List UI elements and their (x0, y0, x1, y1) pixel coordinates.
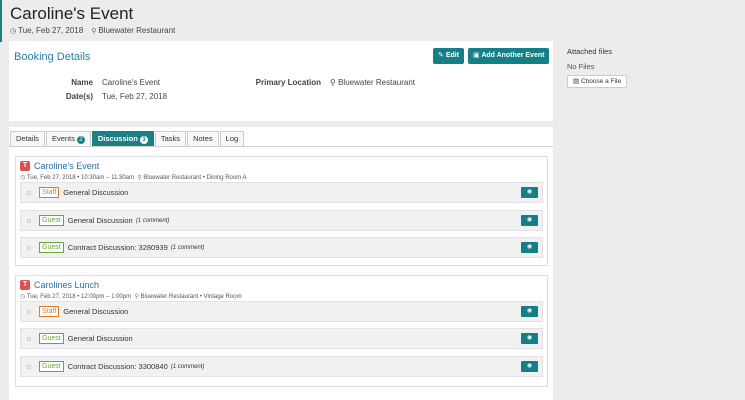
drag-handle-icon[interactable] (27, 336, 31, 341)
guest-tag: Guest (39, 242, 64, 253)
tab-discussion[interactable]: Discussion 3 (91, 131, 154, 146)
discussion-title: General Discussion (67, 334, 133, 343)
page-subheader: ◷ Tue, Feb 27, 2018 ⚲ Bluewater Restaurant (10, 26, 175, 35)
booking-details-panel: Booking Details ✎ Edit ▣ Add Another Eve… (9, 41, 553, 121)
eye-icon: ◉ (526, 189, 533, 195)
map-pin-icon: ⚲ (134, 294, 139, 300)
guest-tag: Guest (39, 361, 64, 372)
page-title: Caroline's Event (10, 4, 134, 23)
tabs-panel: Details Events 2 Discussion 3 Tasks Notes … (9, 127, 553, 400)
map-pin-icon: ⚲ (330, 78, 339, 87)
events-count-badge: 2 (76, 136, 85, 144)
discussion-row[interactable]: Guest General Discussion ◉ (20, 328, 543, 349)
map-pin-icon: ⚲ (137, 175, 142, 181)
no-files-text: No Files (567, 62, 595, 71)
edit-button[interactable]: ✎ Edit (433, 48, 465, 64)
event-meta: ◷ Tue, Feb 27, 2018 • 10:30am – 11:30am … (20, 175, 247, 181)
booking-details-title: Booking Details (14, 51, 91, 63)
attached-files-title: Attached files (567, 47, 613, 56)
accent-bar (0, 0, 2, 42)
staff-tag: Staff (39, 306, 60, 317)
discussion-title: Contract Discussion: 3280939 (67, 243, 168, 252)
file-icon: ▤ (573, 78, 581, 85)
discussion-row[interactable]: Guest General Discussion (1 comment) ◉ (20, 210, 543, 231)
discussion-title: General Discussion (63, 307, 129, 316)
eye-icon: ◉ (526, 217, 533, 223)
event-card: T Carolines Lunch ◷ Tue, Feb 27, 2018 • … (15, 275, 548, 387)
drag-handle-icon[interactable] (27, 218, 31, 223)
discussion-comment-count: (1 comment) (135, 217, 170, 224)
dates-label: Date(s) (65, 92, 93, 101)
clock-icon: ◷ (20, 175, 26, 181)
drag-handle-icon[interactable] (27, 245, 31, 250)
dates-value: Tue, Feb 27, 2018 (102, 92, 168, 101)
event-card: T Caroline's Event ◷ Tue, Feb 27, 2018 •… (15, 156, 548, 266)
discussion-row[interactable]: Guest Contract Discussion: 3300840 (1 co… (20, 356, 543, 377)
event-meta: ◷ Tue, Feb 27, 2018 • 12:00pm – 1:00pm ⚲… (20, 294, 242, 300)
discussion-row[interactable]: Guest Contract Discussion: 3280939 (1 co… (20, 237, 543, 258)
add-another-event-button[interactable]: ▣ Add Another Event (468, 48, 550, 64)
name-value: Caroline's Event (102, 78, 160, 87)
eye-icon: ◉ (526, 335, 533, 341)
staff-tag: Staff (39, 187, 60, 198)
tab-divider (9, 146, 553, 147)
tab-notes[interactable]: Notes (187, 131, 219, 146)
eye-icon: ◉ (526, 244, 533, 250)
primary-location-value: ⚲ Bluewater Restaurant (330, 78, 416, 87)
tab-details[interactable]: Details (10, 131, 45, 146)
guest-tag: Guest (39, 215, 64, 226)
discussion-comment-count: (1 comment) (170, 363, 205, 370)
discussion-count-badge: 3 (139, 136, 148, 144)
discussion-row[interactable]: Staff General Discussion ◉ (20, 301, 543, 322)
view-discussion-button[interactable]: ◉ (521, 215, 538, 226)
drag-handle-icon[interactable] (27, 364, 31, 369)
tab-tasks[interactable]: Tasks (154, 131, 187, 146)
discussion-title: General Discussion (63, 188, 129, 197)
discussion-title: Contract Discussion: 3300840 (67, 362, 168, 371)
drag-handle-icon[interactable] (27, 309, 31, 314)
guest-tag: Guest (39, 333, 64, 344)
tab-events[interactable]: Events 2 (45, 131, 91, 146)
view-discussion-button[interactable]: ◉ (521, 187, 538, 198)
clock-icon: ◷ (10, 28, 17, 35)
drag-handle-icon[interactable] (27, 190, 31, 195)
name-label: Name (71, 78, 93, 87)
clock-icon: ◷ (20, 294, 26, 300)
event-title-link[interactable]: Caroline's Event (34, 161, 99, 171)
discussion-title: General Discussion (67, 216, 133, 225)
header-date: Tue, Feb 27, 2018 (18, 26, 84, 35)
view-discussion-button[interactable]: ◉ (521, 242, 538, 253)
discussion-comment-count: (1 comment) (170, 244, 205, 251)
header-location: Bluewater Restaurant (98, 26, 176, 35)
event-type-icon: T (20, 280, 30, 290)
view-discussion-button[interactable]: ◉ (521, 306, 538, 317)
eye-icon: ◉ (526, 308, 533, 314)
event-type-icon: T (20, 161, 30, 171)
eye-icon: ◉ (526, 363, 533, 369)
view-discussion-button[interactable]: ◉ (521, 333, 538, 344)
primary-location-label: Primary Location (255, 78, 321, 87)
view-discussion-button[interactable]: ◉ (521, 361, 538, 372)
map-pin-icon: ⚲ (91, 28, 97, 35)
tab-log[interactable]: Log (219, 131, 245, 146)
event-title-link[interactable]: Carolines Lunch (34, 280, 99, 290)
discussion-row[interactable]: Staff General Discussion ◉ (20, 182, 543, 203)
choose-file-button[interactable]: ▤ Choose a File (567, 75, 628, 88)
sidebar-panel (553, 41, 745, 400)
